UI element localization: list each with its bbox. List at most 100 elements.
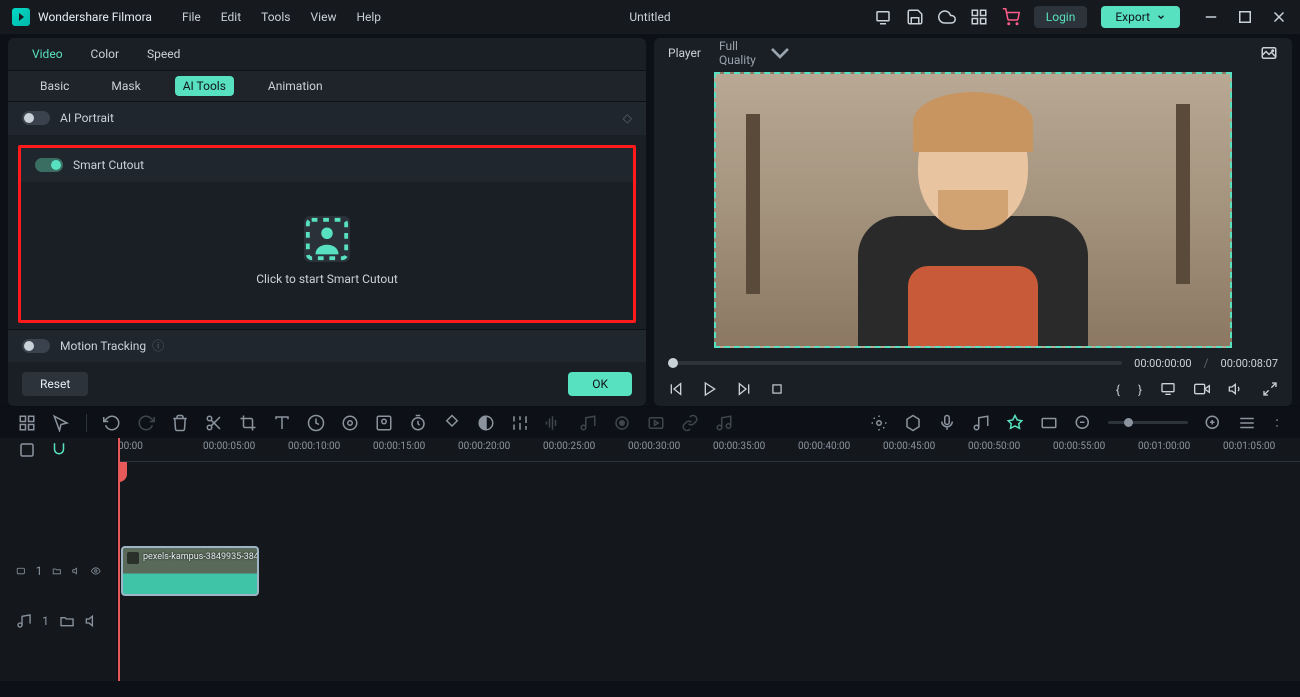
toggle-motion-tracking[interactable] xyxy=(22,339,50,353)
toggle-ai-portrait[interactable] xyxy=(22,111,50,125)
video-track-header: 1 xyxy=(0,546,117,596)
audio-icon[interactable] xyxy=(545,414,563,432)
video-clip[interactable]: pexels-kampus-3849935-3840... xyxy=(121,546,259,596)
toggle-smart-cutout[interactable] xyxy=(35,158,63,172)
save-icon[interactable] xyxy=(906,8,924,26)
help-icon[interactable]: ⓘ xyxy=(152,337,164,354)
speed-icon[interactable] xyxy=(307,414,325,432)
next-frame-button[interactable] xyxy=(736,381,752,400)
window-controls xyxy=(1202,8,1288,26)
timeline-ruler[interactable]: 00:0000:00:05:0000:00:10:0000:00:15:0000… xyxy=(118,438,1300,462)
login-button[interactable]: Login xyxy=(1034,6,1088,28)
more-icon[interactable] xyxy=(1272,414,1282,432)
tab-color[interactable]: Color xyxy=(91,47,119,61)
track-options-icon[interactable] xyxy=(18,441,36,459)
mark-out-icon[interactable]: } xyxy=(1138,383,1142,397)
menu-help[interactable]: Help xyxy=(356,10,381,24)
mask-tool-icon[interactable] xyxy=(477,414,495,432)
list-icon[interactable] xyxy=(1238,414,1256,432)
label-ai-portrait: AI Portrait xyxy=(60,111,114,125)
reset-button[interactable]: Reset xyxy=(22,372,88,396)
tab-speed[interactable]: Speed xyxy=(147,47,180,61)
zoom-slider[interactable] xyxy=(1108,421,1188,424)
player-label: Player xyxy=(668,46,701,60)
detach-audio-icon[interactable] xyxy=(579,414,597,432)
player-viewport[interactable] xyxy=(654,68,1292,352)
timeline-canvas[interactable]: 00:0000:00:05:0000:00:10:0000:00:15:0000… xyxy=(118,438,1300,681)
music-icon[interactable] xyxy=(715,414,733,432)
marker-icon[interactable] xyxy=(904,414,922,432)
cart-icon[interactable] xyxy=(1002,8,1020,26)
subtab-ai-tools[interactable]: AI Tools xyxy=(175,76,234,96)
prev-frame-button[interactable] xyxy=(668,381,684,400)
undo-icon[interactable] xyxy=(103,414,121,432)
display-icon[interactable] xyxy=(1160,381,1176,400)
ai-icon[interactable] xyxy=(1006,414,1024,432)
ok-button[interactable]: OK xyxy=(568,372,632,396)
delete-icon[interactable] xyxy=(171,414,189,432)
keyframe-diamond-icon[interactable]: ◇ xyxy=(623,111,632,125)
audio-track-index: 1 xyxy=(42,614,49,628)
folder-icon[interactable] xyxy=(59,596,75,646)
menu-view[interactable]: View xyxy=(311,10,337,24)
adjust-icon[interactable] xyxy=(511,414,529,432)
folder-icon[interactable] xyxy=(52,546,62,596)
device-icon[interactable] xyxy=(874,8,892,26)
playhead[interactable] xyxy=(118,438,120,681)
mic-icon[interactable] xyxy=(938,414,956,432)
export-button[interactable]: Export xyxy=(1101,6,1180,28)
menu-tools[interactable]: Tools xyxy=(261,10,290,24)
ruler-tick: 00:00:15:00 xyxy=(373,441,425,452)
subtab-basic[interactable]: Basic xyxy=(32,76,77,96)
crop-icon[interactable] xyxy=(239,414,257,432)
render-icon[interactable] xyxy=(647,414,665,432)
track-area[interactable]: pexels-kampus-3849935-3840... xyxy=(118,462,1300,681)
menu-edit[interactable]: Edit xyxy=(221,10,241,24)
fullscreen-icon[interactable] xyxy=(1262,381,1278,400)
subtab-mask[interactable]: Mask xyxy=(103,76,148,96)
effects-icon[interactable] xyxy=(870,414,888,432)
timer-icon[interactable] xyxy=(409,414,427,432)
mixer-icon[interactable] xyxy=(972,414,990,432)
mark-in-icon[interactable]: { xyxy=(1116,383,1120,397)
clip-play-icon xyxy=(127,552,139,564)
record-icon[interactable] xyxy=(613,414,631,432)
keyframe-icon[interactable] xyxy=(443,414,461,432)
zoom-out-icon[interactable] xyxy=(1074,414,1092,432)
smart-cutout-start-button[interactable] xyxy=(304,216,350,262)
minimize-icon[interactable] xyxy=(1202,8,1220,26)
greenscreen-icon[interactable] xyxy=(375,414,393,432)
scrubber[interactable] xyxy=(668,361,1122,365)
color-icon[interactable] xyxy=(341,414,359,432)
close-icon[interactable] xyxy=(1270,8,1288,26)
timeline-toolbar xyxy=(0,406,1300,438)
split-icon[interactable] xyxy=(205,414,223,432)
main-row: Video Color Speed Basic Mask AI Tools An… xyxy=(0,34,1300,406)
volume-icon[interactable] xyxy=(1228,381,1244,400)
maximize-icon[interactable] xyxy=(1236,8,1254,26)
export-label: Export xyxy=(1115,10,1150,24)
play-button[interactable] xyxy=(702,381,718,400)
tab-video[interactable]: Video xyxy=(32,47,63,61)
mute-icon[interactable] xyxy=(85,596,101,646)
mute-icon[interactable] xyxy=(72,546,82,596)
subtab-animation[interactable]: Animation xyxy=(260,76,331,96)
link-icon[interactable] xyxy=(681,414,699,432)
snapshot-icon[interactable] xyxy=(1260,44,1278,62)
cursor-icon[interactable] xyxy=(52,414,70,432)
stop-button[interactable] xyxy=(770,382,784,399)
aspect-icon[interactable] xyxy=(1040,414,1058,432)
player-panel: Player Full Quality 00:00:00:00 / 00:00:… xyxy=(654,38,1292,406)
zoom-in-icon[interactable] xyxy=(1204,414,1222,432)
text-icon[interactable] xyxy=(273,414,291,432)
camera-icon[interactable] xyxy=(1194,381,1210,400)
quality-dropdown[interactable]: Full Quality xyxy=(719,37,796,69)
apps-icon[interactable] xyxy=(970,8,988,26)
visibility-icon[interactable] xyxy=(91,546,101,596)
magnet-icon[interactable] xyxy=(50,441,68,459)
grid-icon[interactable] xyxy=(18,414,36,432)
menu-file[interactable]: File xyxy=(182,10,201,24)
cloud-icon[interactable] xyxy=(938,8,956,26)
ruler-tick: 00:00:05:00 xyxy=(203,441,255,452)
redo-icon[interactable] xyxy=(137,414,155,432)
